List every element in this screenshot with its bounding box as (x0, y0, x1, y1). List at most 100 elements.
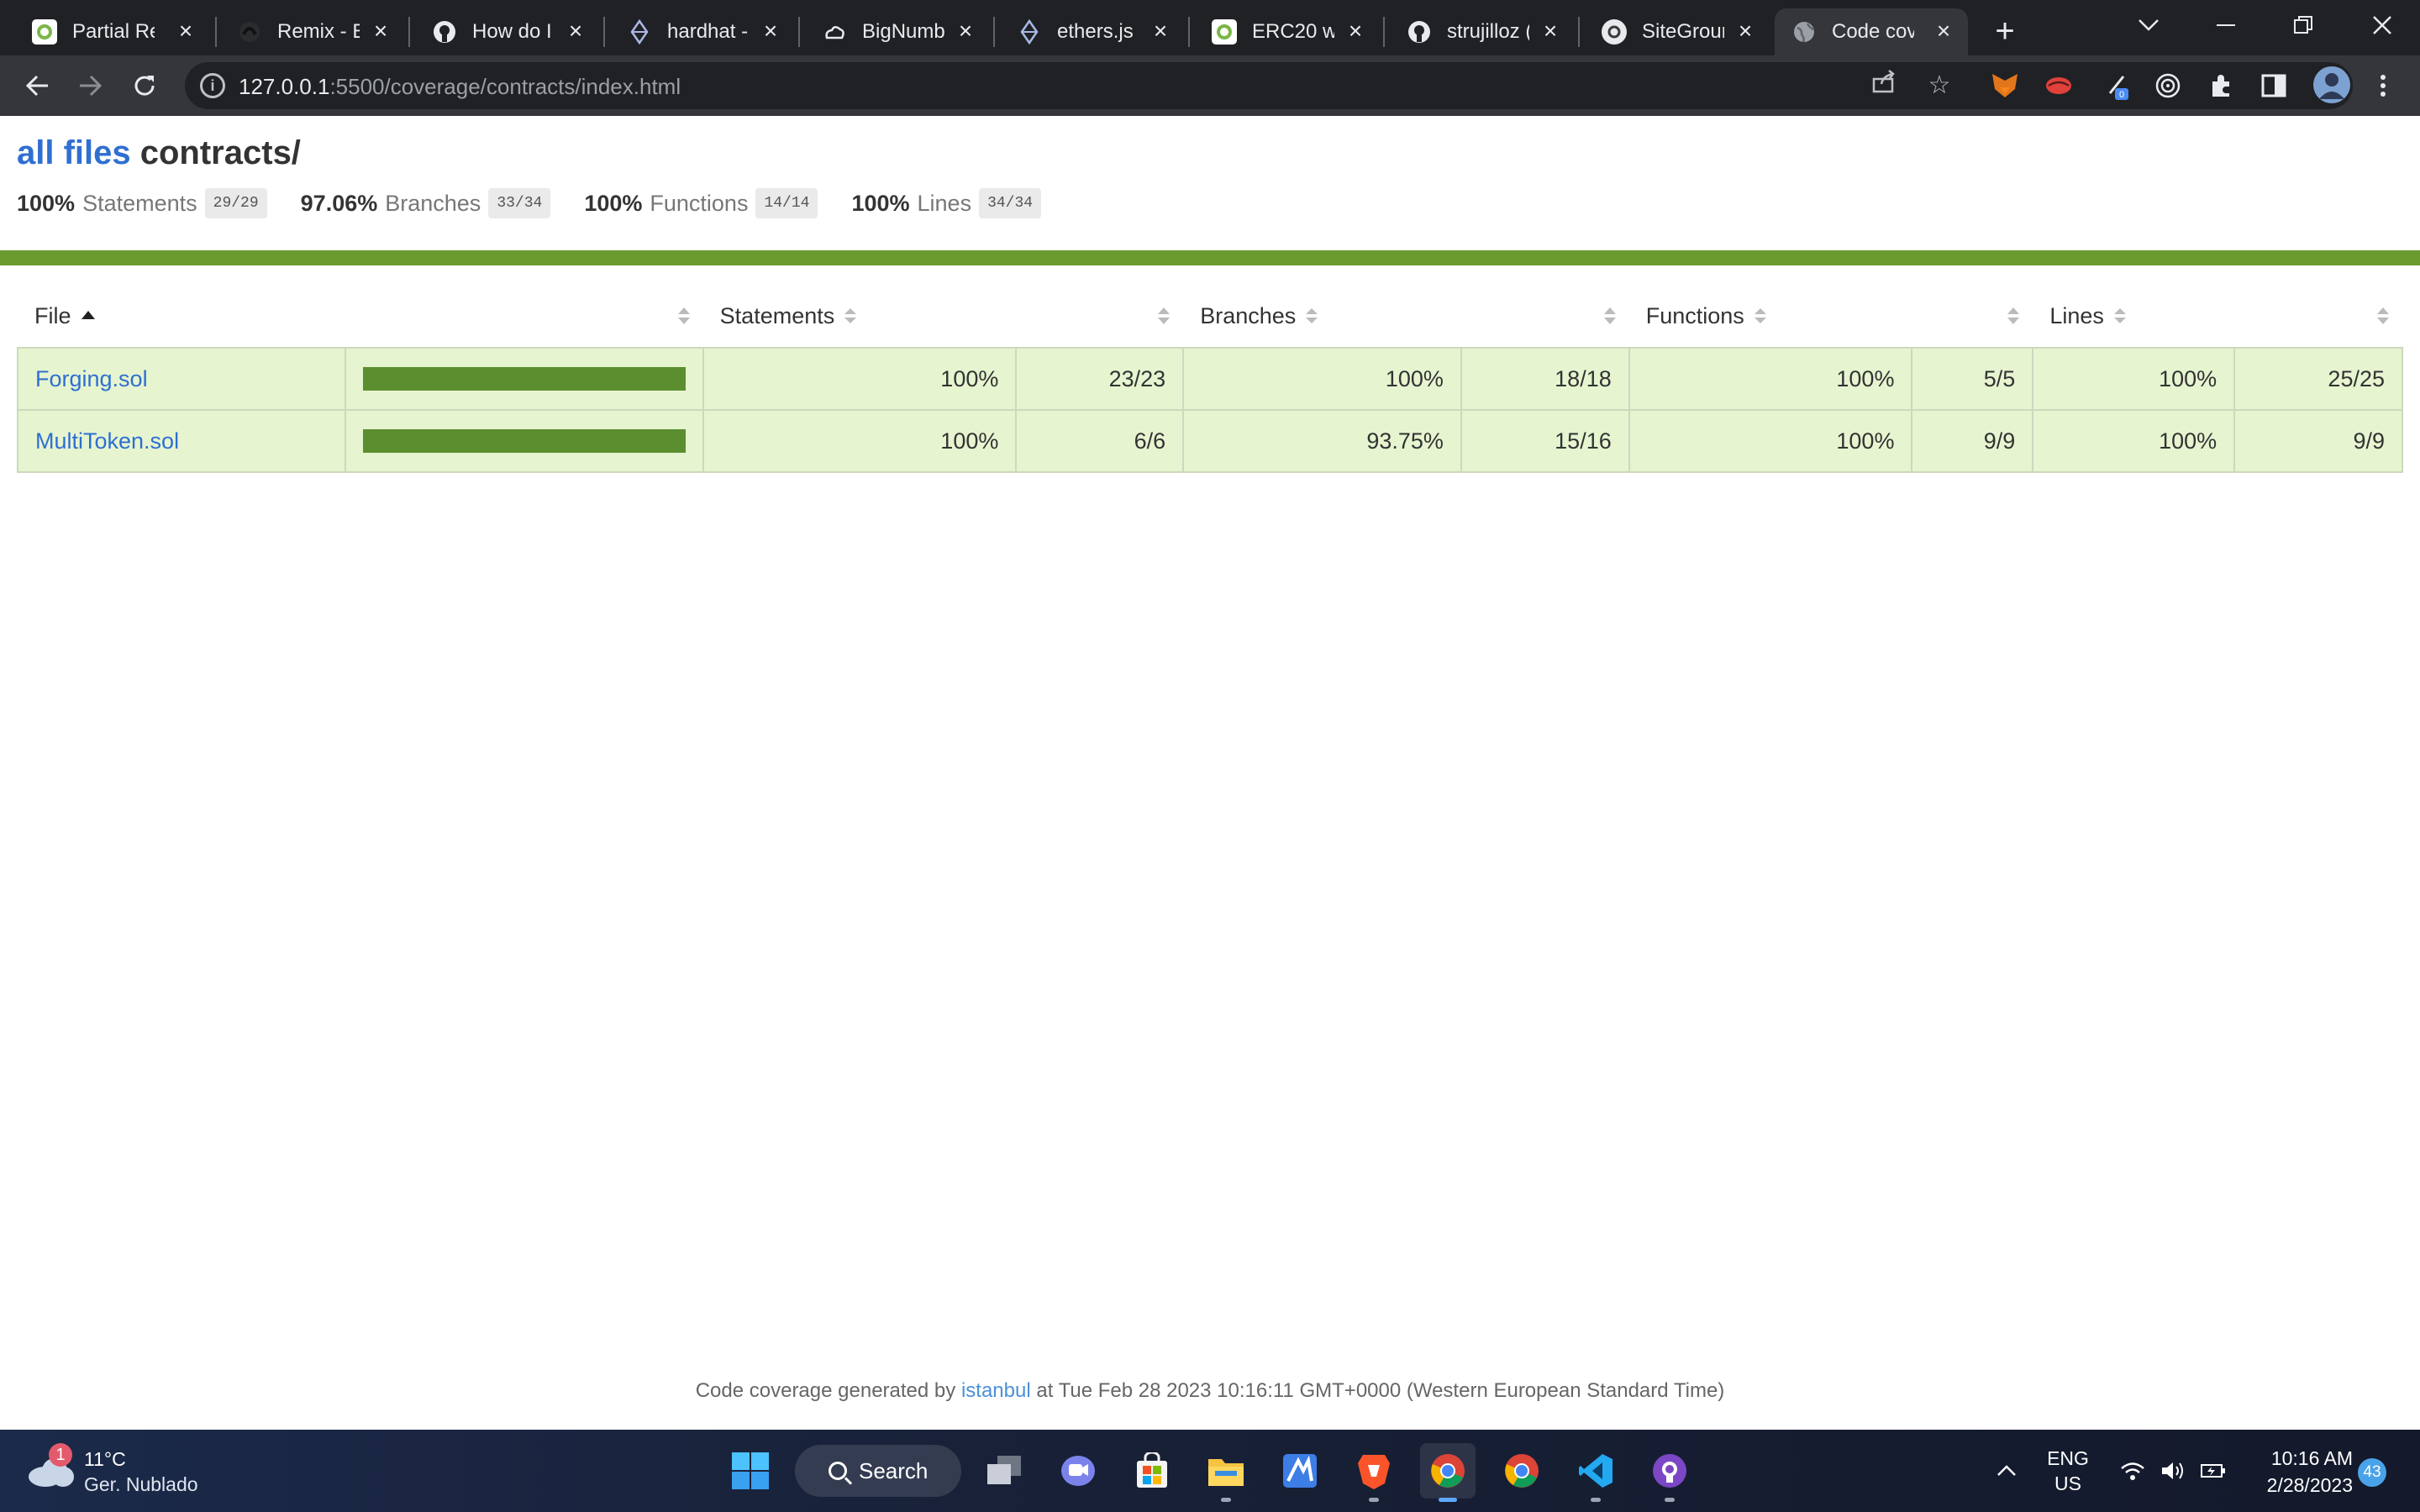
column-header-lines-raw[interactable] (2234, 286, 2402, 348)
file-explorer-icon[interactable] (1198, 1443, 1254, 1502)
weather-widget[interactable]: 1 11°C Ger. Nublado (29, 1443, 198, 1499)
brave-browser-icon[interactable] (1346, 1443, 1402, 1502)
lines-fraction: 9/9 (2233, 409, 2403, 473)
svg-text:0: 0 (2119, 90, 2124, 100)
metamask-icon[interactable] (1988, 69, 2022, 102)
column-header-branches[interactable]: Branches (1183, 286, 1461, 348)
footer-suffix: at Tue Feb 28 2023 10:16:11 GMT+0000 (We… (1036, 1379, 1725, 1402)
close-icon[interactable]: × (563, 18, 588, 44)
tab-title: How do I (472, 20, 552, 43)
running-indicator (1439, 1498, 1457, 1502)
file-link[interactable]: MultiToken.sol (35, 428, 179, 454)
avatar[interactable] (2312, 66, 2351, 104)
summary-functions: 100% Functions 14/14 (584, 188, 818, 218)
volume-icon[interactable] (2156, 1430, 2190, 1512)
tab-separator (1383, 17, 1385, 47)
close-icon[interactable]: × (953, 18, 978, 44)
functions-pct: 100% (1628, 409, 1913, 473)
column-header-functions[interactable]: Functions (1629, 286, 1912, 348)
summary-lines: 100% Lines 34/34 (851, 188, 1042, 218)
tab-separator (798, 17, 800, 47)
close-icon[interactable]: × (1931, 18, 1956, 44)
tab-ethers[interactable]: ethers.js - × (1000, 8, 1185, 55)
tab-separator (603, 17, 605, 47)
bookmark-star-icon[interactable]: ☆ (1923, 69, 1956, 102)
tab-siteground[interactable]: SiteGroun × (1585, 8, 1770, 55)
puzzle-extensions-icon[interactable] (2205, 69, 2238, 102)
notification-badge[interactable]: 43 (2358, 1458, 2386, 1487)
taskbar-search[interactable]: Search (795, 1445, 961, 1497)
extension-red-icon[interactable] (2042, 69, 2075, 102)
windows-start-button[interactable] (723, 1443, 778, 1499)
forward-button[interactable] (69, 64, 113, 108)
code-editor-icon[interactable] (1272, 1443, 1328, 1499)
close-window-button[interactable] (2344, 0, 2420, 50)
github-desktop-icon[interactable] (1642, 1443, 1697, 1502)
tab-code-coverage[interactable]: Code cove × (1775, 8, 1968, 55)
tab-title: BigNumb (862, 20, 944, 43)
footer-prefix: Code coverage generated by (695, 1379, 956, 1402)
column-header-lines[interactable]: Lines (2033, 286, 2234, 348)
summary-label: Statements (82, 190, 197, 216)
sort-icon (2007, 307, 2020, 326)
column-header-functions-raw[interactable] (1912, 286, 2033, 348)
tab-erc20[interactable]: ERC20 wit × (1195, 8, 1380, 55)
close-icon[interactable]: × (1148, 18, 1173, 44)
functions-pct: 100% (1628, 347, 1913, 411)
wifi-icon[interactable] (2116, 1430, 2149, 1512)
new-tab-button[interactable]: + (1986, 13, 2023, 50)
tab-hardhat[interactable]: hardhat - × (610, 8, 795, 55)
share-icon[interactable] (1867, 69, 1901, 102)
chrome-icon[interactable] (1420, 1443, 1476, 1502)
close-icon[interactable]: × (173, 18, 198, 44)
info-icon[interactable]: i (200, 73, 225, 98)
close-icon[interactable]: × (368, 18, 393, 44)
tab-separator (993, 17, 995, 47)
tab-bignumber[interactable]: BigNumb × (805, 8, 990, 55)
tab-strujilloz[interactable]: strujilloz ( × (1390, 8, 1575, 55)
github-icon (1407, 19, 1432, 45)
task-view-icon[interactable] (976, 1443, 1032, 1499)
minimize-button[interactable] (2188, 0, 2264, 50)
breadcrumb-all-files-link[interactable]: all files (17, 134, 131, 171)
close-icon[interactable]: × (1343, 18, 1368, 44)
chrome-profile-icon[interactable] (1494, 1443, 1549, 1499)
microsoft-store-icon[interactable] (1124, 1443, 1180, 1499)
menu-kebab-icon[interactable] (2366, 69, 2400, 102)
url-text[interactable]: 127.0.0.1:5500/coverage/contracts/index.… (239, 74, 681, 100)
back-button[interactable] (15, 64, 59, 108)
branches-pct: 93.75% (1182, 409, 1462, 473)
address-bar[interactable]: i 127.0.0.1:5500/coverage/contracts/inde… (185, 62, 2353, 109)
column-header-statements-raw[interactable] (1016, 286, 1183, 348)
taskbar-clock[interactable]: 10:16 AM 2/28/2023 (2252, 1445, 2353, 1499)
footer: Code coverage generated by istanbul at T… (0, 1379, 2420, 1403)
tab-how-do-i[interactable]: How do I × (415, 8, 600, 55)
clock-time: 10:16 AM (2270, 1447, 2353, 1469)
running-indicator (1665, 1498, 1675, 1502)
extension-pen-icon[interactable]: 0 (2101, 69, 2134, 102)
vscode-icon[interactable] (1568, 1443, 1623, 1502)
side-panel-icon[interactable] (2257, 69, 2291, 102)
file-link[interactable]: Forging.sol (35, 366, 148, 391)
istanbul-link[interactable]: istanbul (961, 1379, 1031, 1402)
tray-overflow-chevron-icon[interactable] (1990, 1430, 2023, 1512)
tab-search-chevron-icon[interactable] (2111, 0, 2186, 50)
breadcrumb-current: contracts/ (139, 134, 301, 171)
column-header-file-bar[interactable] (345, 286, 703, 348)
column-header-branches-raw[interactable] (1461, 286, 1629, 348)
teams-chat-icon[interactable] (1050, 1443, 1106, 1499)
target-icon[interactable] (2151, 69, 2185, 102)
column-header-file[interactable]: File (18, 286, 345, 348)
cloud-outline-icon (822, 19, 847, 45)
file-cell: Forging.sol (17, 347, 346, 411)
language-indicator[interactable]: ENG US (2039, 1430, 2097, 1512)
restore-button[interactable] (2265, 0, 2341, 50)
close-icon[interactable]: × (758, 18, 783, 44)
close-icon[interactable]: × (1538, 18, 1563, 44)
column-header-statements[interactable]: Statements (703, 286, 1017, 348)
close-icon[interactable]: × (1733, 18, 1758, 44)
tab-remix[interactable]: Remix - Et × (220, 8, 405, 55)
battery-charging-icon[interactable] (2196, 1430, 2230, 1512)
reload-button[interactable] (123, 64, 166, 108)
tab-partial-ref[interactable]: Partial Ref × (15, 8, 210, 55)
